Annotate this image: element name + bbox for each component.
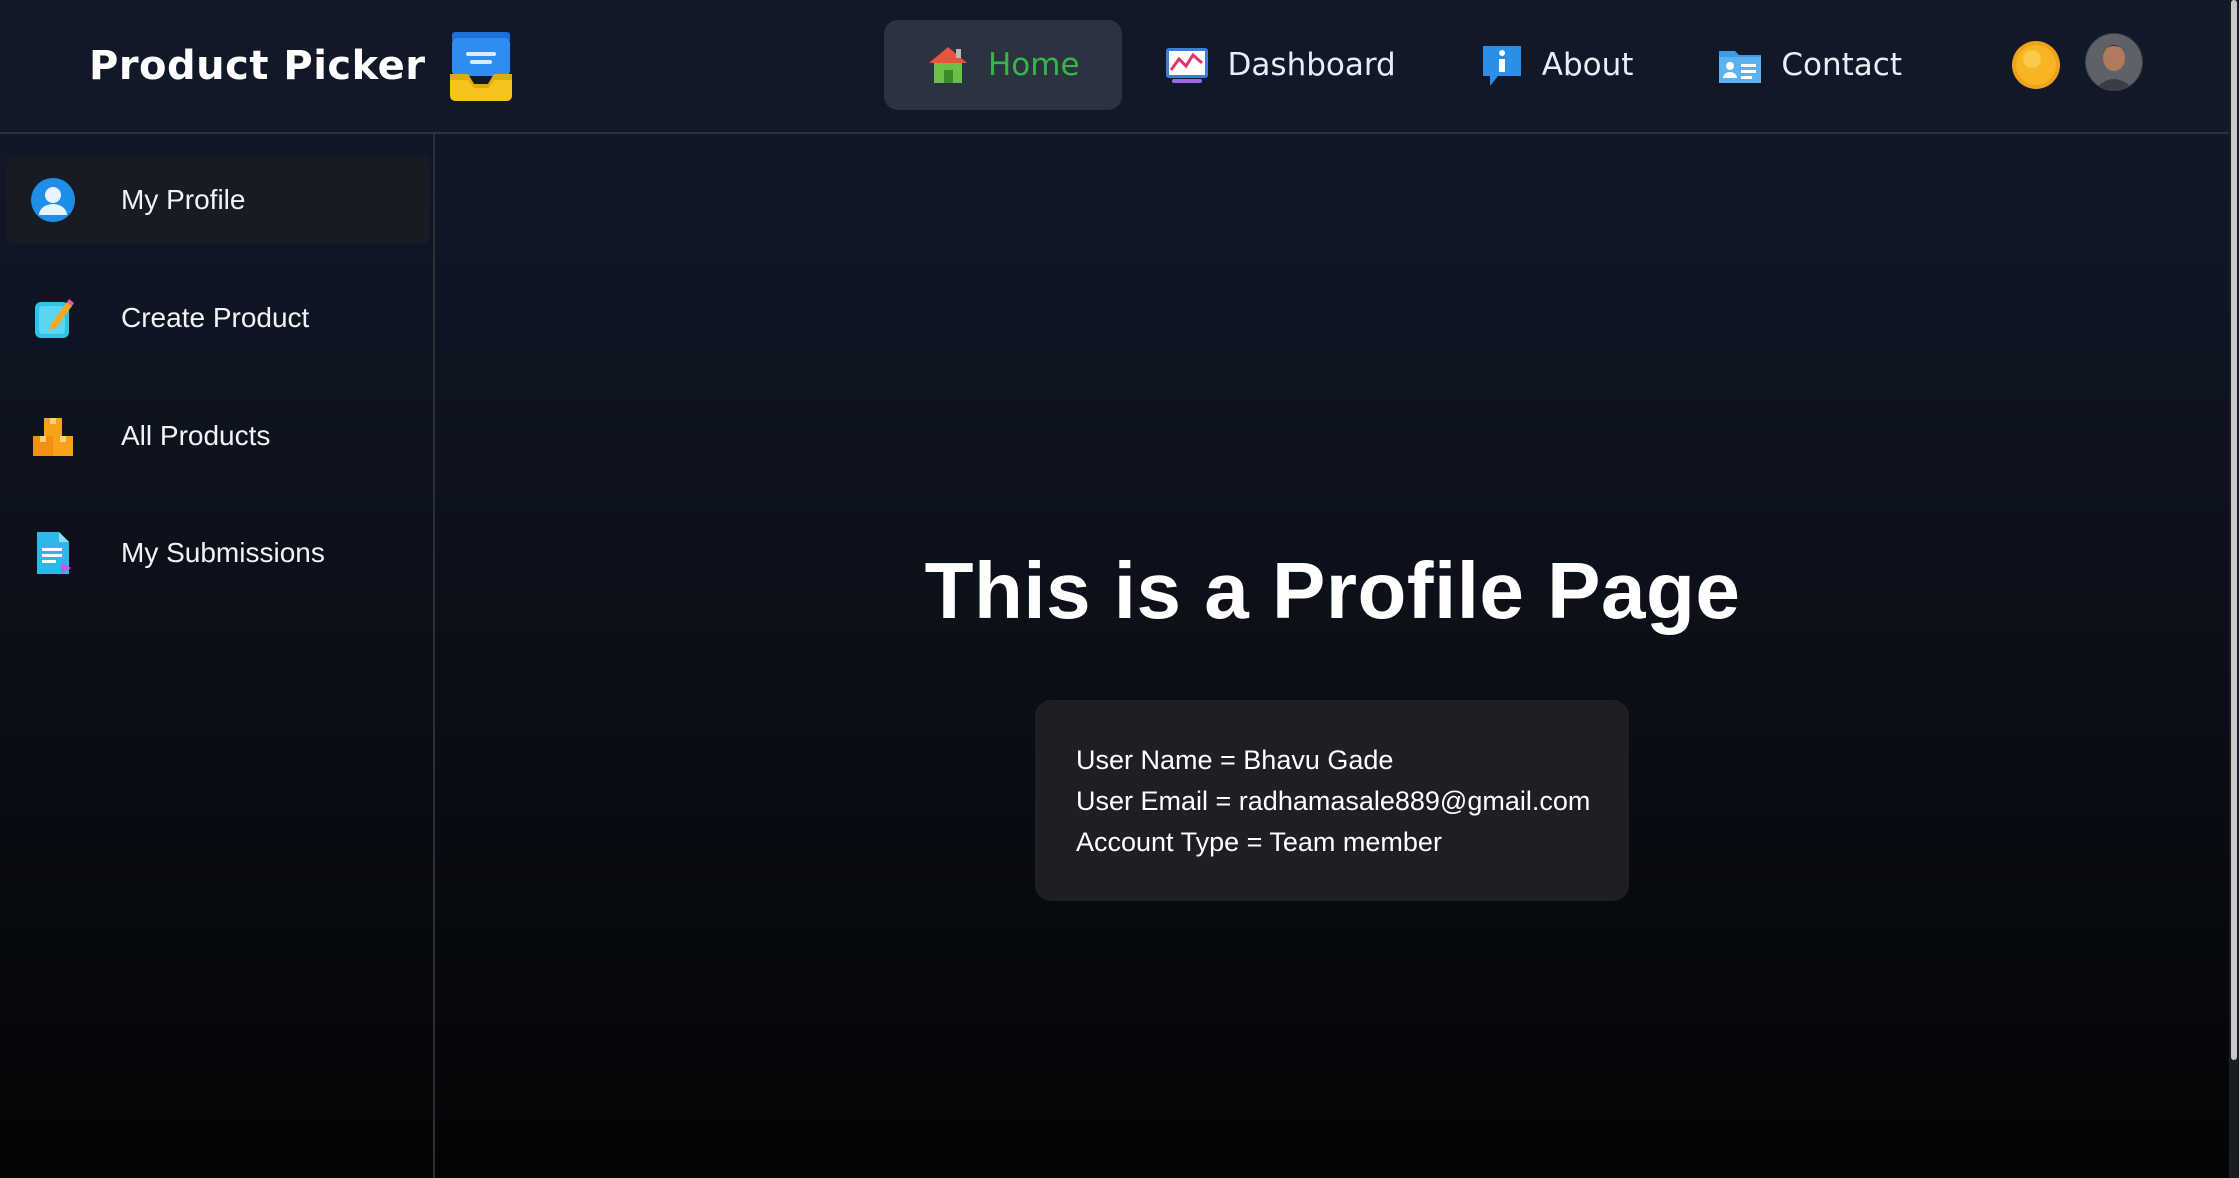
chart-icon: [1164, 45, 1210, 85]
sun-icon[interactable]: [2010, 39, 2062, 91]
sidebar: My Profile Create Product All Products M…: [0, 134, 435, 1178]
user-circle-icon: [29, 176, 77, 224]
vertical-scrollbar[interactable]: [2229, 0, 2239, 1178]
nav-contact[interactable]: Contact: [1675, 20, 1944, 110]
page-title: This is a Profile Page: [924, 546, 1741, 635]
sidebar-item-label: Create Product: [121, 302, 310, 333]
nav-about[interactable]: About: [1438, 20, 1676, 110]
brand[interactable]: Product Picker: [89, 30, 514, 102]
contact-card-icon: [1717, 45, 1763, 85]
nav-dashboard[interactable]: Dashboard: [1122, 20, 1438, 110]
main-nav: Home Dashboard About Contact: [884, 20, 1944, 110]
sidebar-item-label: All Products: [121, 420, 271, 451]
nav-about-label: About: [1541, 47, 1634, 83]
nav-home-label: Home: [988, 47, 1080, 83]
boxes-icon: [29, 412, 77, 460]
inbox-tray-icon: [448, 30, 514, 102]
brand-title: Product Picker: [89, 43, 426, 89]
nav-dashboard-label: Dashboard: [1227, 47, 1396, 83]
user-avatar[interactable]: [2085, 33, 2143, 91]
sidebar-item-my-submissions[interactable]: My Submissions: [7, 509, 429, 597]
sidebar-item-label: My Profile: [121, 184, 246, 215]
sidebar-item-label: My Submissions: [121, 537, 325, 568]
nav-home[interactable]: Home: [884, 20, 1122, 110]
profile-card: User Name = Bhavu Gade User Email = radh…: [1035, 700, 1629, 901]
top-navbar: Product Picker Home Dashboard About Cont…: [0, 0, 2229, 134]
profile-user-email: User Email = radhamasale889@gmail.com: [1076, 786, 1591, 816]
sidebar-item-create-product[interactable]: Create Product: [7, 274, 429, 362]
profile-user-name: User Name = Bhavu Gade: [1076, 745, 1394, 775]
scrollbar-thumb[interactable]: [2231, 0, 2237, 1060]
sidebar-item-all-products[interactable]: All Products: [7, 392, 429, 480]
edit-note-icon: [29, 294, 77, 342]
nav-contact-label: Contact: [1781, 47, 1902, 83]
house-icon: [926, 43, 970, 87]
sidebar-item-my-profile[interactable]: My Profile: [7, 156, 429, 244]
profile-account-type: Account Type = Team member: [1076, 827, 1442, 857]
document-icon: [29, 529, 77, 577]
info-icon: [1480, 42, 1524, 88]
